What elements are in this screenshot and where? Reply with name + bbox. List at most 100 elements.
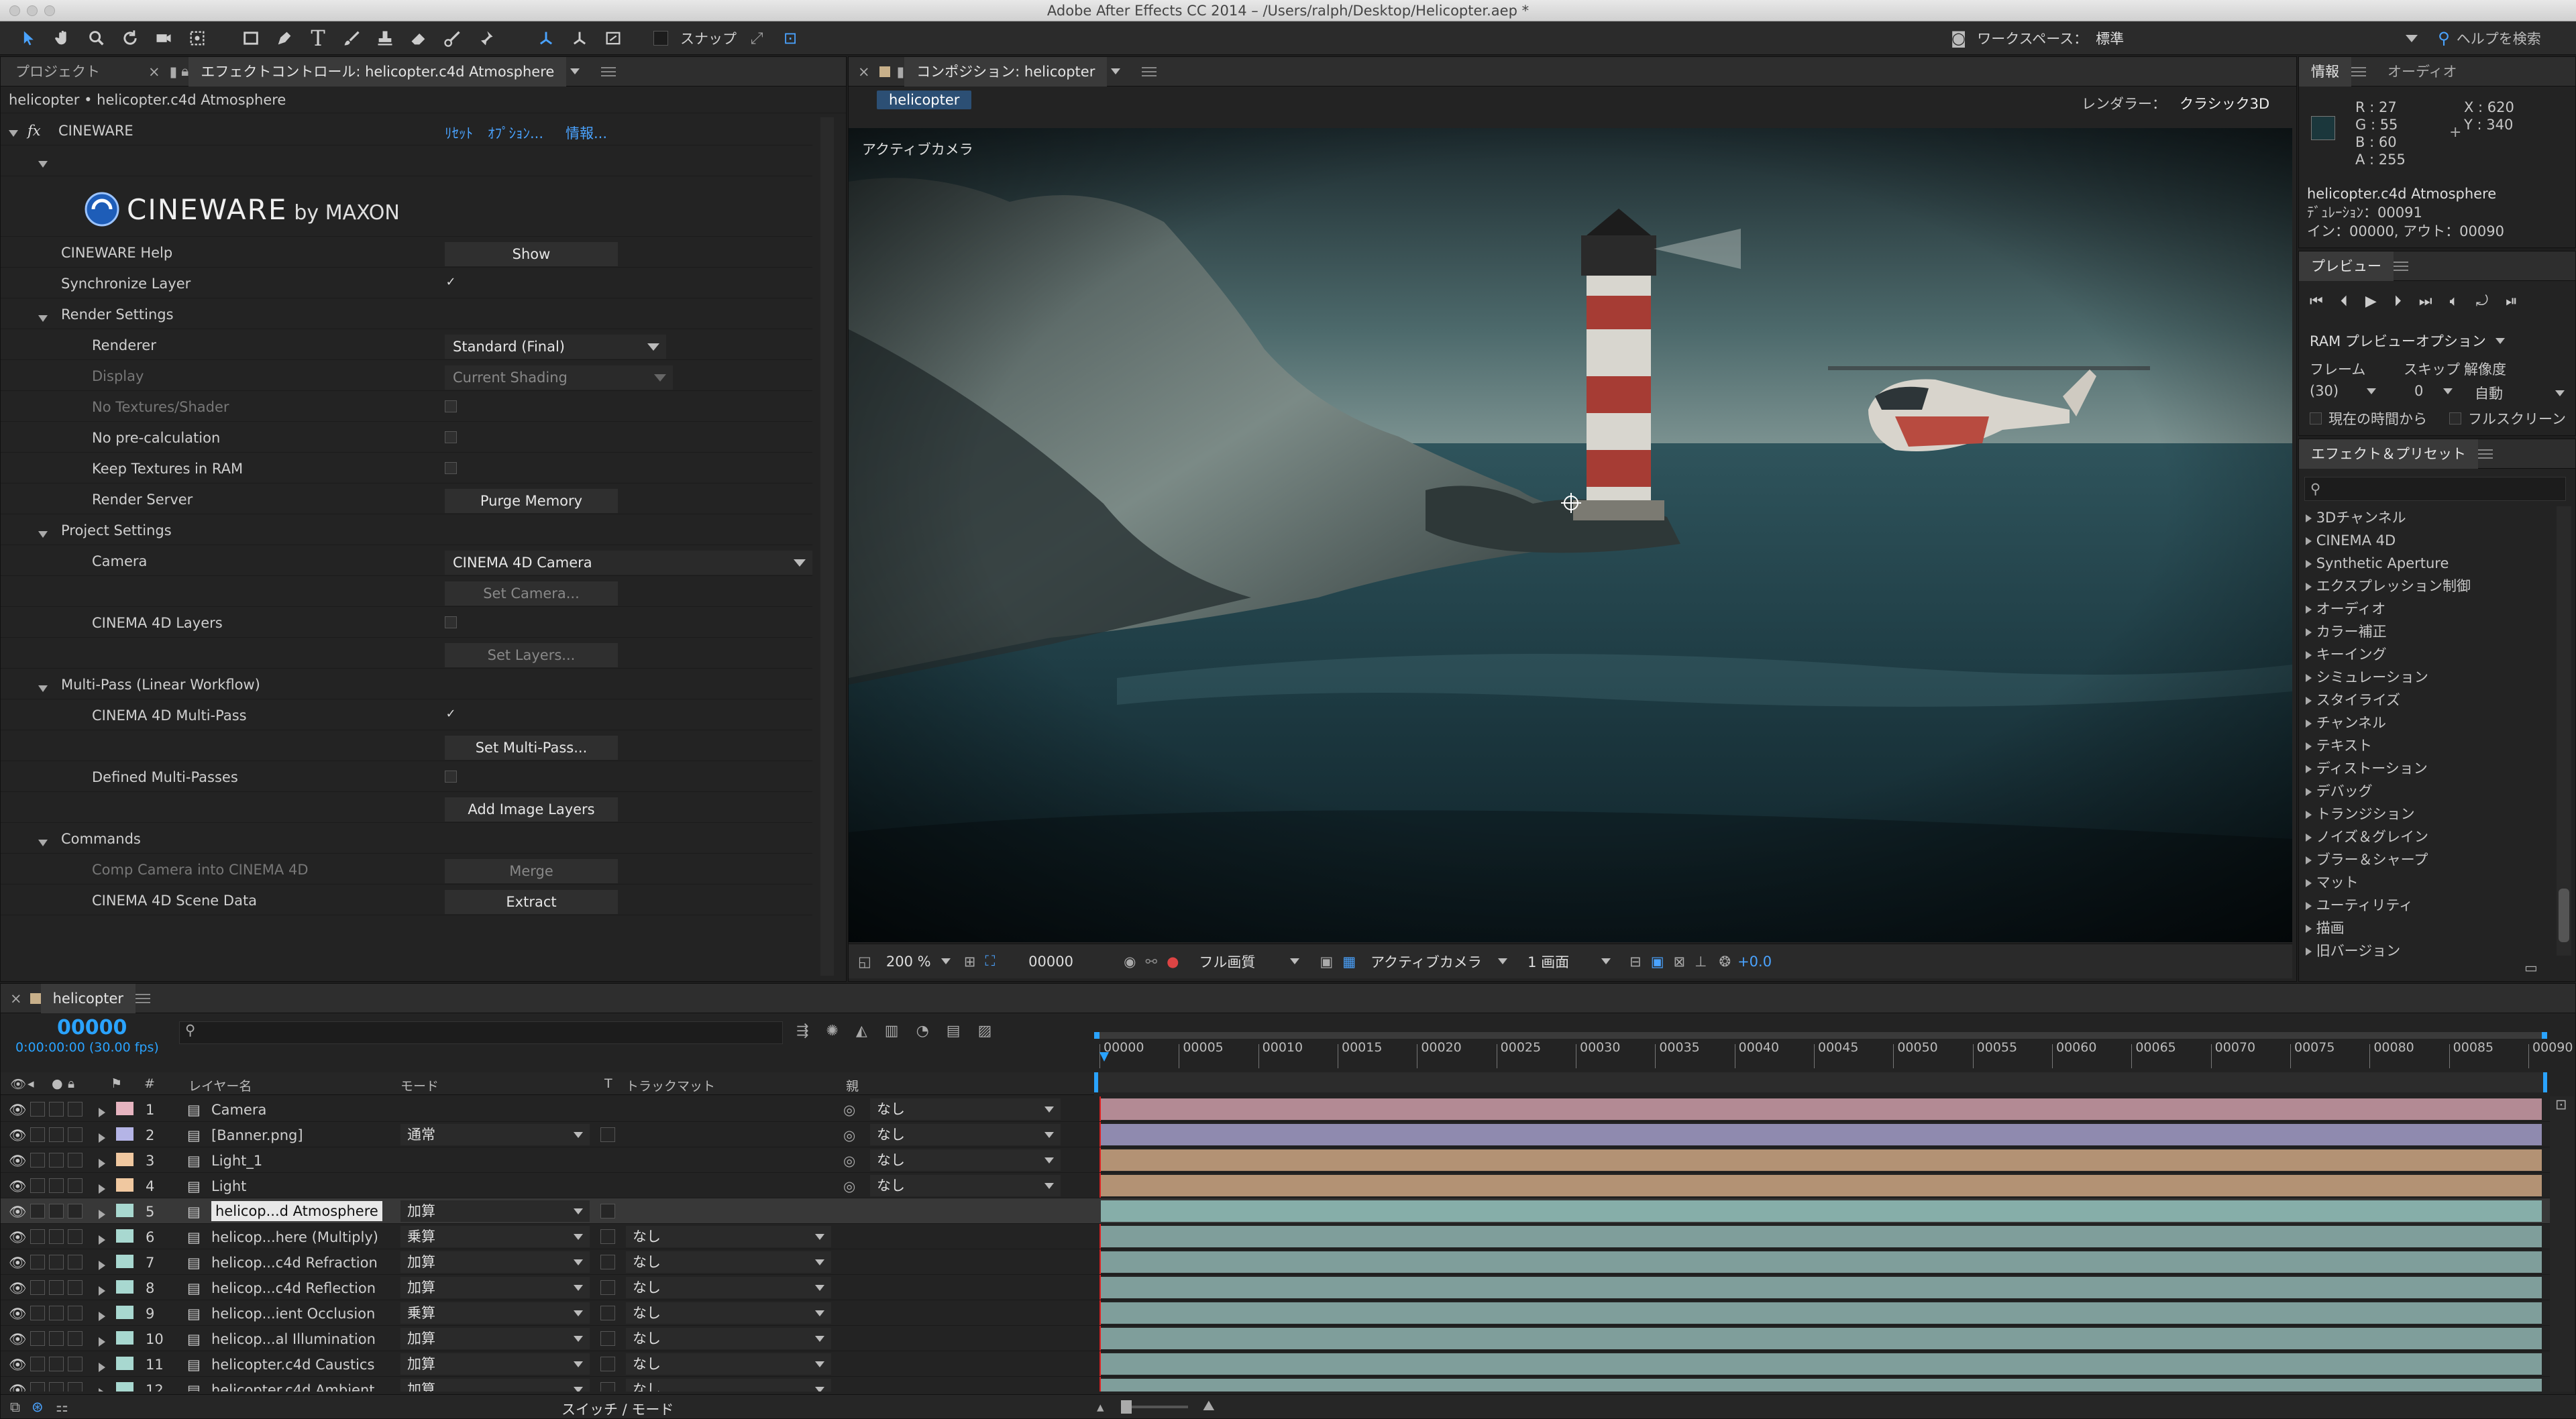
- lock-icon[interactable]: ▮: [897, 64, 905, 80]
- preserve-transparency-switch[interactable]: [600, 1280, 615, 1295]
- fullscreen-checkbox-row[interactable]: フルスクリーン: [2449, 408, 2566, 429]
- lock-switch[interactable]: [68, 1306, 83, 1320]
- lock-switch[interactable]: [68, 1331, 83, 1346]
- layer-row[interactable]: 👁︎ 4 ▤ Light ◎ なし: [1, 1173, 2550, 1198]
- show-snapshot-icon[interactable]: ⚯: [1145, 954, 1157, 970]
- preserve-transparency-switch[interactable]: [600, 1357, 615, 1371]
- solo-switch[interactable]: [49, 1229, 64, 1244]
- chevron-down-icon[interactable]: [1290, 958, 1300, 964]
- blend-mode-dropdown[interactable]: 加算: [400, 1379, 590, 1392]
- zoom-tool-icon[interactable]: [83, 25, 110, 52]
- toggle-switches-icon[interactable]: ⧉: [10, 1399, 20, 1416]
- from-current-checkbox[interactable]: [2310, 412, 2322, 424]
- layer-name[interactable]: helicop...al Illumination: [211, 1331, 376, 1347]
- region-of-interest-icon[interactable]: ▣: [1320, 954, 1333, 970]
- rotate-tool-icon[interactable]: [117, 25, 144, 52]
- timeline-zoom-slider[interactable]: [1121, 1400, 1188, 1414]
- tab-project[interactable]: プロジェクト: [1, 57, 148, 87]
- visibility-eye-icon[interactable]: 👁︎: [9, 1382, 27, 1392]
- about-link[interactable]: 情報...: [566, 123, 607, 143]
- label-color-swatch[interactable]: [116, 1306, 133, 1319]
- resolution-grid-icon[interactable]: ⊞: [964, 954, 976, 970]
- comp-viewer[interactable]: アクティブカメラ: [849, 128, 2292, 942]
- effects-category-item[interactable]: カラー補正: [2299, 620, 2554, 643]
- label-color-swatch[interactable]: [116, 1204, 133, 1217]
- zoom-window-button[interactable]: [44, 5, 55, 16]
- layer-duration-bar[interactable]: [1101, 1379, 2542, 1392]
- effects-category-item[interactable]: トランジション: [2299, 803, 2554, 826]
- layer-name[interactable]: helicopter.c4d Caustics: [211, 1357, 374, 1373]
- solo-switch[interactable]: [49, 1306, 64, 1320]
- visibility-eye-icon[interactable]: 👁︎: [9, 1178, 27, 1195]
- view-layout-dropdown[interactable]: 1 画面: [1527, 952, 1595, 972]
- solo-switch[interactable]: [49, 1280, 64, 1295]
- lock-switch[interactable]: [68, 1102, 83, 1117]
- expand-layer-icon[interactable]: [99, 1181, 105, 1197]
- transparency-grid-icon[interactable]: ▦: [1342, 954, 1356, 970]
- pan-behind-tool-icon[interactable]: [184, 25, 211, 52]
- layer-row[interactable]: 👁︎ 2 ▤ [Banner.png] 通常 ◎ なし: [1, 1122, 2550, 1147]
- label-color-swatch[interactable]: [116, 1229, 133, 1243]
- render-settings-group[interactable]: Render Settings: [1, 298, 812, 329]
- layer-name[interactable]: helicop...d Atmosphere: [211, 1201, 382, 1221]
- audio-switch[interactable]: [30, 1102, 45, 1117]
- chevron-down-icon[interactable]: [1498, 958, 1508, 964]
- lock-icon[interactable]: ▮: [170, 64, 178, 80]
- current-time-indicator[interactable]: [1099, 1052, 1109, 1062]
- blend-mode-dropdown[interactable]: 乗算: [400, 1302, 590, 1324]
- blend-mode-dropdown[interactable]: 加算: [400, 1251, 590, 1273]
- layer-row[interactable]: 👁︎ 11 ▤ helicopter.c4d Caustics 加算 なし: [1, 1351, 2550, 1377]
- label-color-swatch[interactable]: [116, 1280, 133, 1294]
- visibility-eye-icon[interactable]: 👁︎: [9, 1280, 27, 1297]
- minimize-window-button[interactable]: [27, 5, 38, 16]
- tab-preview[interactable]: プレビュー: [2299, 251, 2394, 281]
- mask-view-icon[interactable]: ⛶: [985, 953, 995, 970]
- audio-switch[interactable]: [30, 1153, 45, 1168]
- track-matte-dropdown[interactable]: なし: [626, 1328, 831, 1349]
- roto-brush-tool-icon[interactable]: [439, 25, 466, 52]
- collapse-triangle-icon[interactable]: [9, 124, 18, 140]
- camera-tool-icon[interactable]: [150, 25, 177, 52]
- keep-textures-checkbox[interactable]: [445, 462, 457, 474]
- close-icon[interactable]: ×: [10, 990, 22, 1007]
- renderer-value[interactable]: クラシック3D: [2180, 93, 2269, 113]
- visibility-eye-icon[interactable]: 👁︎: [9, 1229, 27, 1246]
- visibility-eye-icon[interactable]: 👁︎: [9, 1255, 27, 1271]
- solo-switch[interactable]: [49, 1382, 64, 1392]
- blend-mode-dropdown[interactable]: 加算: [400, 1277, 590, 1298]
- c4d-multipass-checkbox[interactable]: ✓: [445, 708, 457, 721]
- track-matte-dropdown[interactable]: なし: [626, 1302, 831, 1324]
- expand-layer-icon[interactable]: [99, 1130, 105, 1146]
- hide-shy-layers-icon[interactable]: ◭: [856, 1023, 867, 1039]
- pixel-aspect-icon[interactable]: ⊟: [1629, 954, 1642, 970]
- label-color-swatch[interactable]: [116, 1127, 133, 1141]
- preserve-transparency-switch[interactable]: [600, 1229, 615, 1244]
- panel-menu-icon[interactable]: [1142, 66, 1157, 76]
- effects-category-item[interactable]: エクスプレッション制御: [2299, 575, 2554, 598]
- layer-duration-bar[interactable]: [1101, 1302, 2542, 1324]
- frame-blending-icon[interactable]: ▥: [885, 1023, 899, 1039]
- visibility-eye-icon[interactable]: 👁︎: [9, 1306, 27, 1322]
- hand-tool-icon[interactable]: [50, 25, 76, 52]
- layer-name[interactable]: helicop...c4d Refraction: [211, 1255, 378, 1271]
- expand-layer-icon[interactable]: [99, 1104, 105, 1121]
- lock-switch[interactable]: [68, 1204, 83, 1218]
- add-image-layers-button[interactable]: Add Image Layers: [445, 797, 618, 821]
- toggle-switches-modes[interactable]: スイッチ / モード: [561, 1399, 674, 1419]
- collapse-triangle-icon[interactable]: [38, 834, 48, 850]
- layer-duration-bar[interactable]: [1101, 1098, 2542, 1120]
- layer-name[interactable]: helicop...ient Occlusion: [211, 1306, 375, 1322]
- set-layers-button[interactable]: Set Layers...: [445, 643, 618, 667]
- next-frame-icon[interactable]: ⏵: [2394, 293, 2402, 310]
- zoom-out-icon[interactable]: ▴: [1097, 1399, 1104, 1415]
- parent-dropdown[interactable]: なし: [870, 1175, 1061, 1196]
- label-color-swatch[interactable]: [116, 1382, 133, 1392]
- effects-category-item[interactable]: 3Dチャンネル: [2299, 506, 2554, 529]
- camera-dropdown[interactable]: CINEMA 4D Camera: [445, 551, 812, 575]
- chevron-down-icon[interactable]: [941, 958, 951, 964]
- chevron-down-icon[interactable]: [1111, 68, 1121, 74]
- toggle-modes-icon[interactable]: ⊛: [32, 1399, 44, 1415]
- project-settings-group[interactable]: Project Settings: [1, 514, 812, 545]
- layer-duration-bar[interactable]: [1101, 1149, 2542, 1171]
- close-icon[interactable]: ×: [858, 64, 870, 80]
